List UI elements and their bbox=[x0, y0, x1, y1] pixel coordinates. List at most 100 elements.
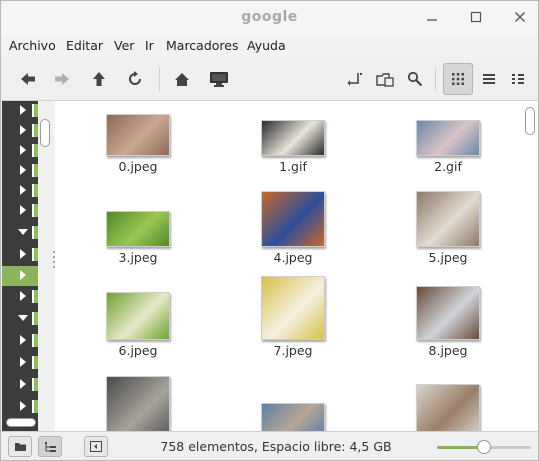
expander-icon[interactable] bbox=[20, 165, 26, 175]
sidebar-scroll-thumb[interactable] bbox=[40, 119, 50, 147]
zoom-slider[interactable] bbox=[437, 440, 531, 454]
expander-icon[interactable] bbox=[20, 125, 26, 135]
content-scrollbar[interactable] bbox=[523, 101, 538, 431]
home-icon bbox=[175, 72, 189, 86]
folder-new-button[interactable] bbox=[371, 65, 399, 93]
file-name: 3.jpeg bbox=[118, 250, 158, 265]
tree-row[interactable] bbox=[2, 223, 38, 243]
sidebar-tree[interactable] bbox=[2, 101, 38, 431]
title-bar[interactable]: google bbox=[1, 1, 538, 35]
file-name: 6.jpeg bbox=[118, 343, 158, 358]
expander-icon[interactable] bbox=[20, 335, 26, 345]
file-thumbnail[interactable] bbox=[416, 191, 480, 247]
computer-icon bbox=[210, 71, 228, 87]
tree-icon bbox=[44, 441, 56, 452]
minimize-button[interactable] bbox=[421, 7, 443, 29]
file-thumbnail[interactable] bbox=[416, 120, 480, 156]
menu-marcadores[interactable]: Marcadores bbox=[166, 38, 239, 53]
file-thumbnail[interactable] bbox=[261, 120, 325, 156]
expander-icon[interactable] bbox=[20, 105, 26, 115]
file-thumbnail[interactable] bbox=[106, 292, 170, 340]
file-thumbnail[interactable] bbox=[261, 403, 325, 431]
tree-row[interactable] bbox=[2, 397, 38, 417]
tree-row[interactable] bbox=[2, 245, 38, 265]
tree-button[interactable] bbox=[38, 436, 62, 457]
tree-row[interactable] bbox=[2, 287, 38, 307]
folder-icon bbox=[32, 164, 38, 177]
content-scroll-thumb[interactable] bbox=[525, 107, 535, 135]
folder-icon bbox=[32, 356, 38, 369]
search-button[interactable] bbox=[401, 65, 429, 93]
collapse-icon[interactable] bbox=[18, 315, 28, 321]
file-thumbnail[interactable] bbox=[261, 191, 325, 247]
file-thumbnail[interactable] bbox=[106, 114, 170, 156]
expander-icon[interactable] bbox=[20, 291, 26, 301]
computer-button[interactable] bbox=[205, 65, 233, 93]
file-thumbnail[interactable] bbox=[416, 286, 480, 340]
folder-icon bbox=[32, 104, 38, 117]
reload-button[interactable] bbox=[121, 65, 149, 93]
tree-row[interactable] bbox=[2, 161, 38, 181]
tree-row[interactable] bbox=[2, 101, 38, 121]
folder-icon bbox=[32, 204, 38, 217]
folder-icon bbox=[32, 248, 38, 261]
zoom-slider-knob[interactable] bbox=[477, 440, 491, 454]
icon-view-button[interactable] bbox=[443, 63, 473, 95]
collapse-icon[interactable] bbox=[18, 229, 28, 235]
tree-row[interactable] bbox=[2, 121, 38, 141]
tree-row[interactable] bbox=[2, 331, 38, 351]
expander-icon[interactable] bbox=[20, 270, 26, 280]
tree-row[interactable] bbox=[2, 309, 38, 329]
up-button[interactable] bbox=[85, 65, 113, 93]
menu-ir[interactable]: Ir bbox=[145, 38, 154, 53]
expander-icon[interactable] bbox=[20, 185, 26, 195]
toggle-sidebar-button[interactable] bbox=[84, 436, 108, 457]
file-thumbnail[interactable] bbox=[416, 384, 480, 431]
list-view-button[interactable] bbox=[475, 65, 503, 93]
forward-button[interactable] bbox=[48, 65, 76, 93]
tree-row-selected[interactable] bbox=[2, 266, 38, 286]
back-button[interactable] bbox=[14, 65, 42, 93]
reload-icon bbox=[129, 71, 141, 85]
sidebar-horizontal-scrollbar[interactable] bbox=[6, 418, 36, 427]
tree-row[interactable] bbox=[2, 375, 38, 395]
minimize-icon bbox=[427, 19, 437, 21]
open-terminal-button[interactable] bbox=[341, 65, 369, 93]
maximize-button[interactable] bbox=[465, 7, 487, 29]
sidebar-scrollbar[interactable] bbox=[39, 101, 53, 431]
open-terminal-icon bbox=[347, 73, 362, 86]
folder-icon bbox=[32, 312, 38, 325]
file-thumbnail[interactable] bbox=[106, 211, 170, 247]
places-icon bbox=[14, 443, 26, 451]
menu-archivo[interactable]: Archivo bbox=[9, 38, 56, 53]
search-icon bbox=[407, 71, 423, 87]
toolbar-separator bbox=[159, 67, 160, 91]
tree-row[interactable] bbox=[2, 181, 38, 201]
places-button[interactable] bbox=[8, 436, 32, 457]
expander-icon[interactable] bbox=[20, 205, 26, 215]
folder-icon bbox=[32, 378, 38, 391]
tree-row[interactable] bbox=[2, 141, 38, 161]
menu-ayuda[interactable]: Ayuda bbox=[247, 38, 286, 53]
home-button[interactable] bbox=[168, 65, 196, 93]
file-icon-view[interactable]: 0.jpeg 1.gif 2.gif 3.jpeg 4.jpeg 5.jpeg 6.jpeg… bbox=[55, 101, 523, 431]
status-bar: 758 elementos, Espacio libre: 4,5 GB bbox=[1, 431, 538, 460]
file-thumbnail[interactable] bbox=[261, 276, 325, 340]
folder-icon bbox=[32, 290, 38, 303]
expander-icon[interactable] bbox=[20, 357, 26, 367]
folder-icon bbox=[32, 184, 38, 197]
expander-icon[interactable] bbox=[20, 379, 26, 389]
expander-icon[interactable] bbox=[20, 401, 26, 411]
tree-row[interactable] bbox=[2, 353, 38, 373]
menu-editar[interactable]: Editar bbox=[66, 38, 103, 53]
expander-icon[interactable] bbox=[20, 249, 26, 259]
maximize-icon bbox=[470, 11, 482, 23]
tree-row[interactable] bbox=[2, 201, 38, 221]
close-button[interactable] bbox=[509, 7, 531, 29]
compact-view-button[interactable] bbox=[504, 65, 532, 93]
file-thumbnail[interactable] bbox=[106, 376, 170, 431]
menu-ver[interactable]: Ver bbox=[114, 38, 134, 53]
file-name: 1.gif bbox=[279, 159, 307, 174]
window-title: google bbox=[241, 9, 298, 25]
expander-icon[interactable] bbox=[20, 145, 26, 155]
